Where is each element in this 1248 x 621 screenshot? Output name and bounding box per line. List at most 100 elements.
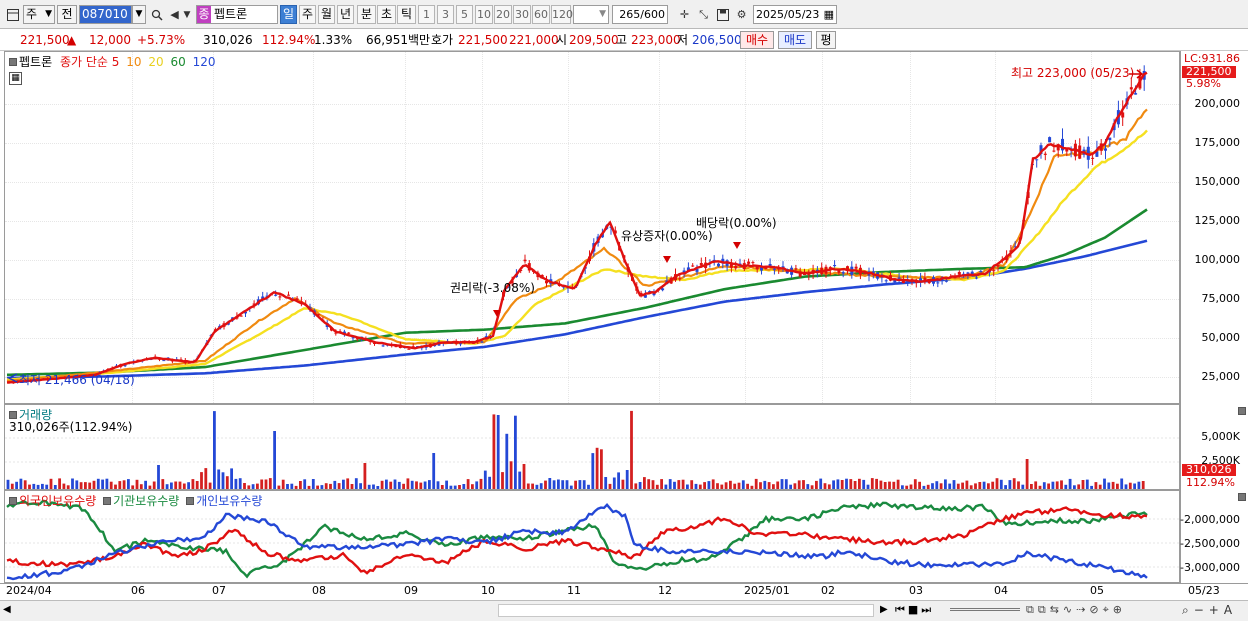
stock-name-field[interactable]: 종 펩트론 (196, 5, 278, 24)
interval-1[interactable]: 1 (418, 5, 435, 24)
count-input[interactable]: 265/600 (612, 5, 668, 24)
volume-bar (630, 410, 633, 489)
date-input[interactable]: 2025/05/23 ▦ (753, 5, 837, 24)
layout-icon[interactable] (4, 5, 21, 24)
stock-code-input[interactable]: 087010 (79, 5, 132, 24)
volume-bar (741, 480, 745, 489)
volume-bar (797, 480, 801, 489)
period-minute[interactable]: 분 (357, 5, 376, 24)
volume-bar (152, 481, 156, 489)
volume-bar (578, 480, 582, 489)
interval-5[interactable]: 5 (456, 5, 473, 24)
market-select[interactable]: 주 ▼ (23, 5, 55, 24)
interval-20[interactable]: 20 (494, 5, 512, 24)
interval-3[interactable]: 3 (437, 5, 454, 24)
volume-bar (393, 479, 397, 489)
volume-panel[interactable]: 거래량 310,026주(112.94%) (4, 404, 1180, 490)
volume-bar (1133, 483, 1136, 489)
x-label-2024-04: 2024/04 (6, 584, 52, 597)
period-month[interactable]: 월 (318, 5, 335, 24)
legend-ma120: 120 (192, 55, 216, 69)
candle-body (1035, 159, 1039, 161)
buy-button[interactable]: 매수 (740, 31, 774, 49)
volume-bar (737, 482, 741, 489)
change-value: 12,000 (89, 33, 131, 47)
interval-60[interactable]: 60 (532, 5, 550, 24)
volume-bar (88, 482, 92, 489)
volume-bar (273, 431, 276, 489)
candle-body (162, 360, 166, 362)
volume-bar (557, 479, 560, 489)
volume-bar (299, 481, 302, 489)
high-price: 223,000 (631, 33, 681, 47)
volume-bar (462, 484, 466, 489)
last-pct-tag: 5.98% (1186, 77, 1221, 90)
scroll-left-icon[interactable]: ◀ (3, 604, 11, 615)
calculator-icon[interactable]: ▦ (9, 72, 22, 85)
prev-button[interactable]: 전 (57, 5, 77, 24)
volume-bar (139, 484, 143, 489)
code-dropdown-icon[interactable]: ▼ (132, 5, 146, 24)
legend-foreign: 외국인보유수량 (19, 494, 97, 508)
candle-body (897, 277, 901, 279)
price-panel[interactable]: 펩트론 종가 단순 5 10 20 60 120 ▦ 최고 223,000 (0… (4, 51, 1180, 404)
period-second[interactable]: 초 (377, 5, 396, 24)
period-year[interactable]: 년 (337, 5, 354, 24)
quote-strip: 221,500 ▲ 12,000 +5.73% 310,026 112.94% … (0, 29, 1248, 51)
volume-bar (673, 481, 676, 489)
high-label: 고 (616, 33, 628, 47)
gear-icon[interactable]: ⚙ (733, 5, 750, 24)
period-week[interactable]: 주 (299, 5, 316, 24)
trendline-icon[interactable]: ⤡ (695, 5, 712, 24)
custom-interval-select[interactable]: ▼ (573, 5, 609, 24)
volume-bar (363, 463, 367, 489)
period-day[interactable]: 일 (280, 5, 297, 24)
volume-bar (118, 481, 122, 489)
zoom-slider[interactable] (950, 608, 1020, 611)
search-icon[interactable] (148, 5, 165, 24)
candle-body (854, 266, 858, 269)
ma120-line (6, 239, 1148, 380)
volume-bar (294, 485, 298, 489)
volume-bar (668, 479, 672, 489)
interval-120[interactable]: 120 (551, 5, 573, 24)
interval-30[interactable]: 30 (513, 5, 531, 24)
eval-button[interactable]: 평 (816, 31, 836, 49)
volume-bar (595, 447, 599, 489)
volume-bar (664, 484, 668, 489)
chevron-down-icon[interactable]: ▼ (181, 5, 193, 24)
high-annotation: 최고 223,000 (05/23) (1011, 66, 1135, 80)
volume-bar (260, 479, 264, 489)
volume-bar (565, 480, 569, 489)
holdings-panel[interactable]: 외국인보유수량 기관보유수량 개인보유수량 (4, 490, 1180, 583)
crosshair-icon[interactable]: ✛ (676, 5, 693, 24)
volume-bar (449, 485, 453, 489)
volume-bar (901, 485, 904, 489)
sell-button[interactable]: 매도 (778, 31, 812, 49)
candle-body (691, 265, 695, 267)
volume-bar (23, 480, 27, 489)
scroll-thumb[interactable] (498, 604, 874, 617)
playback-controls[interactable]: ⏮■⏭ (895, 603, 934, 617)
volume-bar (956, 483, 960, 489)
collapse-icon[interactable] (1238, 493, 1246, 501)
tool-icons[interactable]: ⧉⧉⇆∿⇢⊘⌖⊕ (1026, 603, 1126, 617)
collapse-icon[interactable] (1238, 407, 1246, 415)
candle-body (734, 266, 738, 269)
interval-10[interactable]: 10 (475, 5, 493, 24)
save-icon[interactable] (714, 5, 731, 24)
foreign-line (6, 506, 1148, 575)
bottom-scrollbar[interactable]: ◀ ▶ ⏮■⏭ ⧉⧉⇆∿⇢⊘⌖⊕ ⌕−+A (0, 600, 1248, 621)
volume-bar (574, 480, 577, 489)
volume-bar (823, 483, 827, 489)
zoom-icons[interactable]: ⌕−+A (1182, 603, 1237, 618)
count-total: /600 (640, 8, 665, 21)
volume-bar (969, 485, 973, 489)
scroll-right-icon[interactable]: ▶ (880, 604, 888, 615)
candle-body (975, 277, 978, 279)
period-tick[interactable]: 틱 (397, 5, 416, 24)
volume-pct-tag: 112.94% (1186, 476, 1235, 489)
x-label-2025-01: 2025/01 (744, 584, 790, 597)
candle-body (717, 263, 720, 267)
volume-bar (913, 479, 917, 489)
